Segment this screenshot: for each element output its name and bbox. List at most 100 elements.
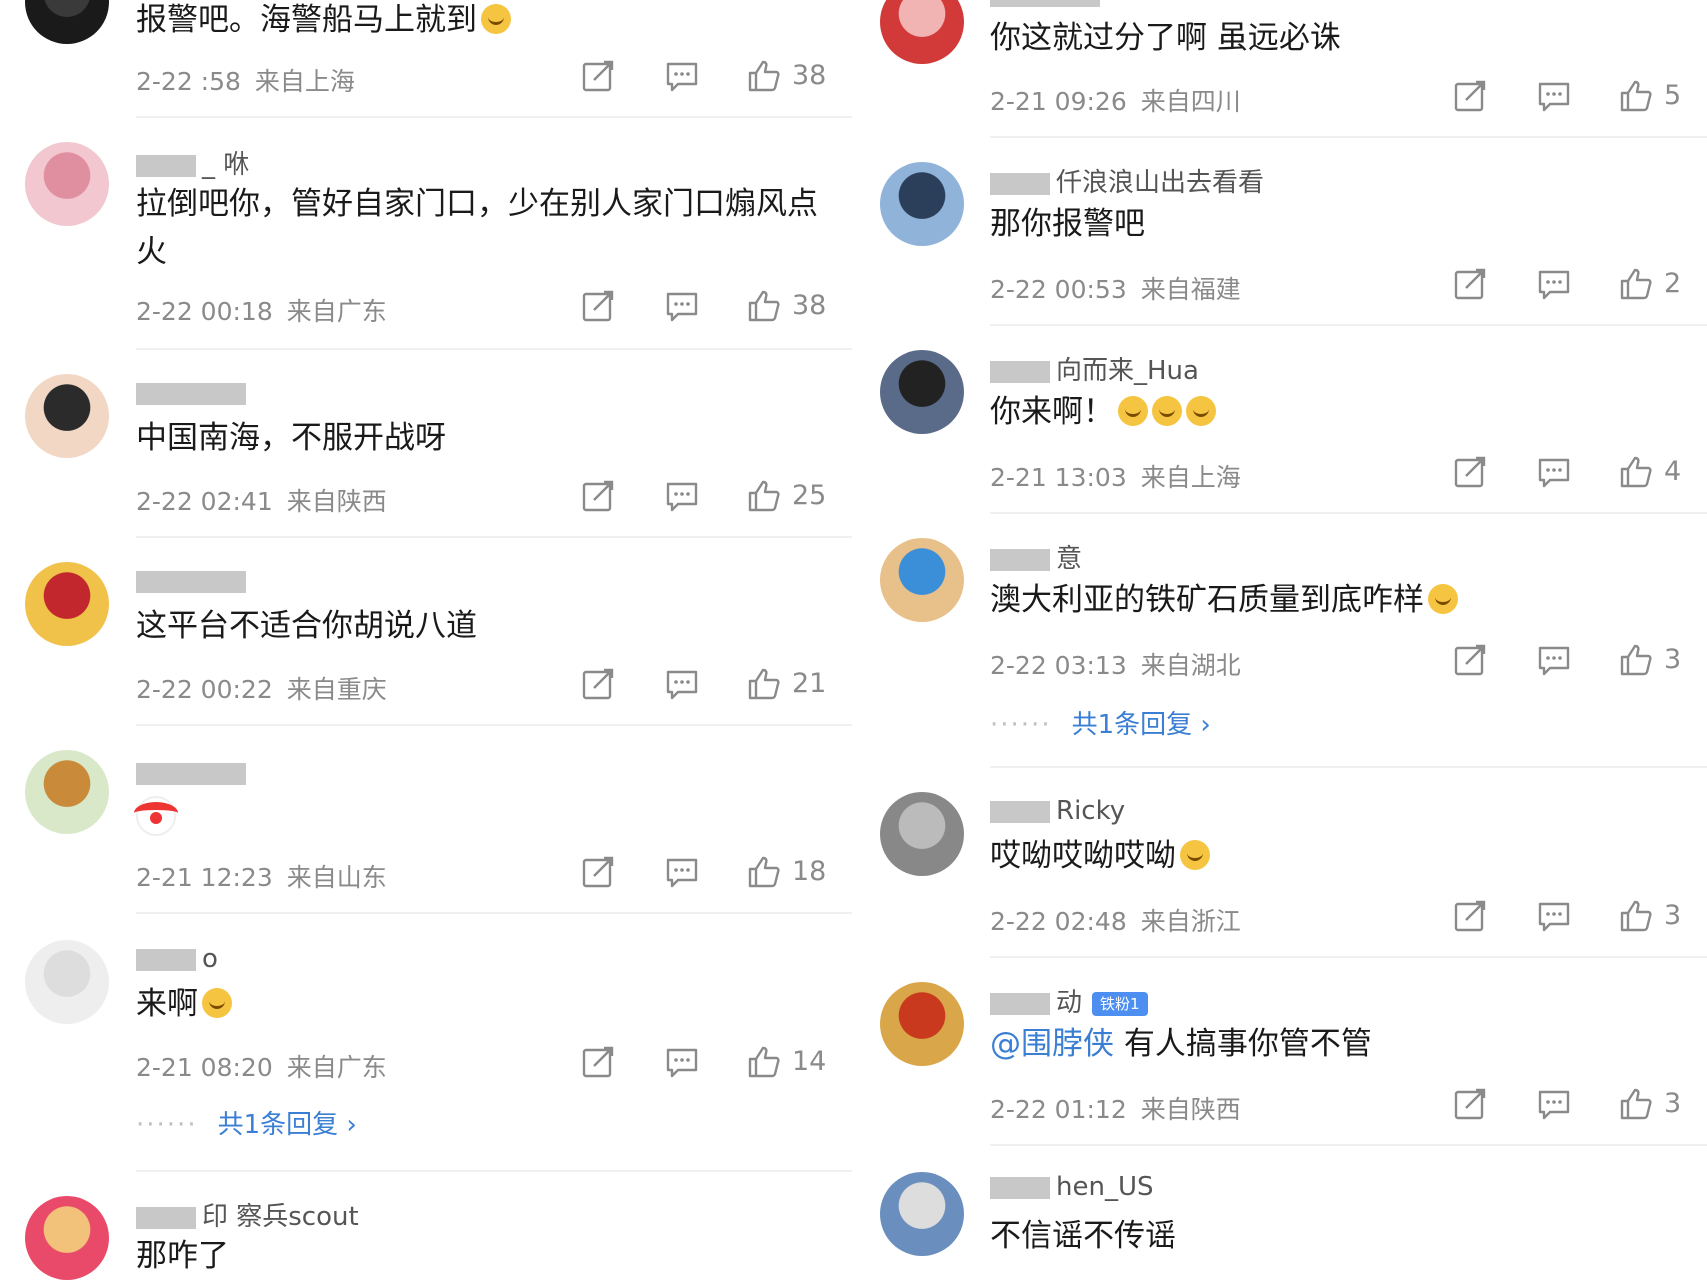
- comment-icon[interactable]: [664, 854, 700, 890]
- like-icon[interactable]: [746, 1044, 782, 1080]
- username[interactable]: [136, 566, 252, 596]
- comment-divider: [136, 116, 852, 118]
- avatar[interactable]: [880, 538, 964, 622]
- like-icon[interactable]: [746, 666, 782, 702]
- view-replies-link[interactable]: ······ 共1条回复 ›: [990, 704, 1211, 741]
- comment-time: 2-22 01:12: [990, 1095, 1127, 1124]
- avatar[interactable]: [880, 162, 964, 246]
- reply-dots: ······: [136, 1110, 198, 1140]
- comment-text: 报警吧。海警船马上就到: [136, 0, 836, 44]
- comment-icon[interactable]: [1536, 1086, 1572, 1122]
- comment-body: 有人搞事你管不管: [1123, 1026, 1372, 1062]
- comment-meta: 2-22 02:48 来自浙江: [990, 902, 1241, 938]
- like-icon[interactable]: [1618, 78, 1654, 114]
- repost-icon[interactable]: [580, 666, 616, 702]
- username[interactable]: hen_US: [990, 1172, 1154, 1202]
- comment-meta: 2-22 03:13 来自湖北: [990, 646, 1241, 682]
- comment-body: 那你报警吧: [990, 206, 1145, 242]
- like-icon[interactable]: [1618, 1086, 1654, 1122]
- comment-location: 来自广东: [286, 297, 387, 326]
- comment-text: 你来啊！: [990, 388, 1690, 436]
- like-icon[interactable]: [1618, 454, 1654, 490]
- avatar[interactable]: [25, 750, 109, 834]
- repost-icon[interactable]: [580, 854, 616, 890]
- view-replies-link[interactable]: ······ 共1条回复 ›: [136, 1104, 357, 1141]
- username[interactable]: o: [136, 944, 218, 974]
- username[interactable]: _ 咻: [136, 144, 249, 181]
- mention-link[interactable]: @围脖侠: [990, 1026, 1114, 1062]
- reply-count-text: 共1条回复: [217, 1110, 339, 1140]
- comment-icon[interactable]: [664, 478, 700, 514]
- comment-icon[interactable]: [1536, 642, 1572, 678]
- like-icon[interactable]: [746, 854, 782, 890]
- avatar[interactable]: [880, 792, 964, 876]
- comment-meta: 2-21 09:26 来自四川: [990, 82, 1241, 118]
- comment-time: 2-22 03:13: [990, 651, 1127, 680]
- avatar[interactable]: [25, 940, 109, 1024]
- comment-icon[interactable]: [1536, 454, 1572, 490]
- avatar[interactable]: [25, 0, 109, 44]
- username-redaction: [136, 154, 196, 177]
- like-icon[interactable]: [746, 58, 782, 94]
- comment-icon[interactable]: [664, 666, 700, 702]
- username[interactable]: 动铁粉1: [990, 982, 1148, 1019]
- repost-icon[interactable]: [580, 478, 616, 514]
- comment-icon[interactable]: [1536, 898, 1572, 934]
- reply-dots: ······: [990, 710, 1052, 740]
- avatar[interactable]: [25, 562, 109, 646]
- username[interactable]: 意: [990, 538, 1082, 575]
- repost-icon[interactable]: [1452, 898, 1488, 934]
- repost-icon[interactable]: [580, 288, 616, 324]
- like-icon[interactable]: [746, 478, 782, 514]
- repost-icon[interactable]: [1452, 642, 1488, 678]
- emoji-icon: [1180, 840, 1210, 870]
- like-icon[interactable]: [1618, 642, 1654, 678]
- repost-icon[interactable]: [1452, 266, 1488, 302]
- emoji-icon: [1186, 396, 1216, 426]
- comment-location: 来自陕西: [286, 487, 387, 516]
- comment-text: 这平台不适合你胡说八道: [136, 602, 836, 650]
- username-redaction: [136, 382, 246, 405]
- username[interactable]: 印 察兵scout: [136, 1196, 359, 1233]
- like-icon[interactable]: [1618, 898, 1654, 934]
- avatar[interactable]: [880, 350, 964, 434]
- repost-icon[interactable]: [1452, 78, 1488, 114]
- like-count: 3: [1664, 644, 1682, 675]
- repost-icon[interactable]: [580, 58, 616, 94]
- avatar[interactable]: [880, 0, 964, 64]
- username[interactable]: Ricky: [990, 796, 1125, 826]
- username-text: o: [202, 944, 218, 974]
- avatar[interactable]: [880, 982, 964, 1066]
- username[interactable]: 向而来_Hua: [990, 350, 1199, 387]
- comment-location: 来自浙江: [1140, 907, 1241, 936]
- avatar[interactable]: [25, 142, 109, 226]
- repost-icon[interactable]: [1452, 454, 1488, 490]
- comment-divider: [990, 766, 1707, 768]
- comment-icon[interactable]: [664, 288, 700, 324]
- like-icon[interactable]: [746, 288, 782, 324]
- username[interactable]: [136, 378, 252, 408]
- like-count: 18: [792, 856, 827, 887]
- repost-icon[interactable]: [580, 1044, 616, 1080]
- username-redaction: [990, 548, 1050, 571]
- emoji-icon: [1428, 584, 1458, 614]
- like-icon[interactable]: [1618, 266, 1654, 302]
- comment-icon[interactable]: [1536, 266, 1572, 302]
- comment-divider: [136, 912, 852, 914]
- comment-icon[interactable]: [664, 58, 700, 94]
- comment-icon[interactable]: [664, 1044, 700, 1080]
- username[interactable]: [990, 0, 1106, 10]
- username[interactable]: [136, 758, 252, 788]
- comment-text: 不信谣不传谣: [990, 1212, 1690, 1260]
- comment-time: 2-22 00:22: [136, 675, 273, 704]
- username[interactable]: 仟浪浪山出去看看: [990, 162, 1264, 199]
- comment-body: 中国南海，不服开战呀: [136, 420, 446, 456]
- comment-body: 那咋了: [136, 1238, 229, 1274]
- comment-icon[interactable]: [1536, 78, 1572, 114]
- avatar[interactable]: [25, 374, 109, 458]
- avatar[interactable]: [25, 1196, 109, 1280]
- comment-meta: 2-22 00:22 来自重庆: [136, 670, 387, 706]
- avatar[interactable]: [880, 1172, 964, 1256]
- comment-meta: 2-22 02:41 来自陕西: [136, 482, 387, 518]
- repost-icon[interactable]: [1452, 1086, 1488, 1122]
